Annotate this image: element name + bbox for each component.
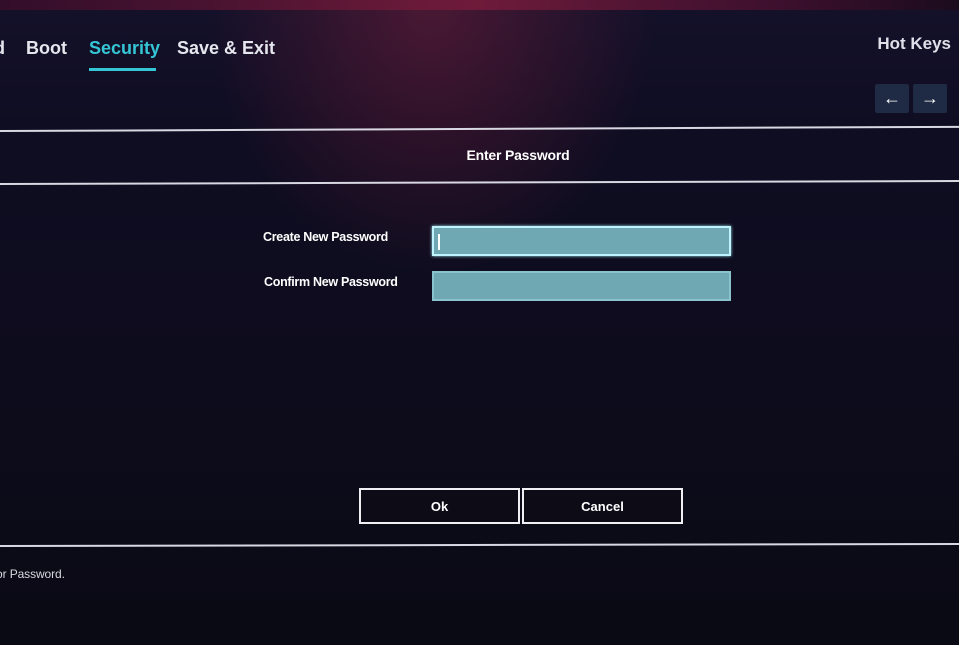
- divider-top: [0, 125, 959, 132]
- tab-security[interactable]: Security: [89, 38, 160, 59]
- tab-boot[interactable]: Boot: [26, 38, 67, 59]
- hot-keys-label[interactable]: Hot Keys: [877, 34, 951, 54]
- cancel-button[interactable]: Cancel: [522, 488, 683, 524]
- arrow-left-icon[interactable]: ←: [875, 84, 909, 113]
- top-glow-bar: [0, 0, 959, 10]
- tab-save-exit[interactable]: Save & Exit: [177, 38, 275, 59]
- help-text: or Password.: [0, 567, 65, 581]
- dialog-title: Enter Password: [466, 147, 570, 163]
- create-password-label: Create New Password: [263, 230, 388, 244]
- text-caret: [438, 234, 440, 250]
- create-password-field[interactable]: [432, 226, 731, 256]
- tab-advanced-partial[interactable]: d: [0, 38, 5, 59]
- confirm-password-label: Confirm New Password: [264, 275, 398, 289]
- divider-title: [0, 179, 959, 185]
- top-nav: d Boot Security Save & Exit: [0, 38, 700, 71]
- bios-screen: d Boot Security Save & Exit Hot Keys ← →…: [0, 0, 959, 645]
- active-tab-underline: [89, 68, 156, 71]
- arrow-right-icon[interactable]: →: [913, 84, 947, 113]
- divider-bottom: [0, 542, 959, 547]
- ok-button[interactable]: Ok: [359, 488, 520, 524]
- confirm-password-field[interactable]: [432, 271, 731, 301]
